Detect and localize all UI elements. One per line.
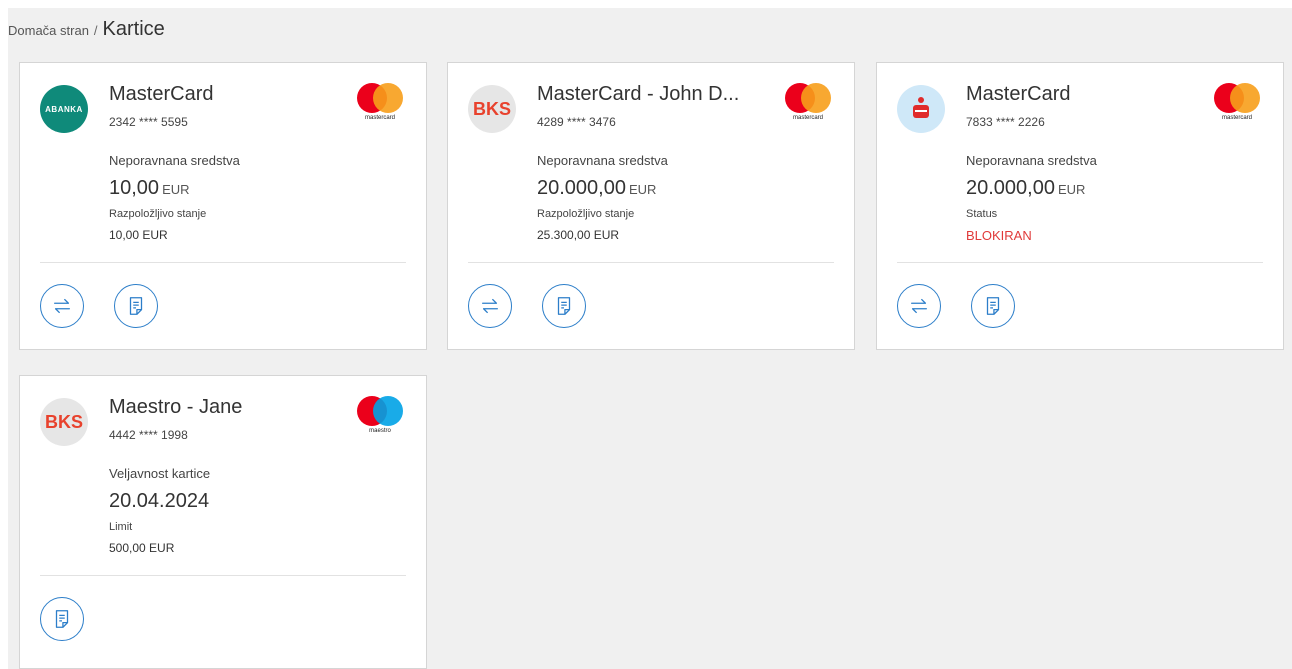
bank-logo-bks: BKS (468, 85, 516, 133)
divider (468, 262, 834, 263)
card-tile[interactable]: MasterCard 7833 **** 2226 mastercard Nep… (876, 62, 1284, 350)
bank-logo-bks: BKS (40, 398, 88, 446)
card-number: 2342 **** 5595 (109, 115, 188, 129)
card-title[interactable]: MasterCard (966, 83, 1206, 106)
statement-button[interactable] (40, 597, 84, 641)
card-tile[interactable]: BKS Maestro - Jane 4442 **** 1998 maestr… (19, 375, 427, 669)
document-icon (557, 297, 571, 315)
validity-date: 20.04.2024 (109, 490, 210, 512)
outstanding-amount: 10,00 EUR (109, 177, 190, 200)
bank-logo-text: ABANKA (45, 104, 83, 114)
page-title: Kartice (102, 18, 165, 40)
maestro-logo-icon: maestro (356, 396, 404, 438)
outstanding-label: Neporavnana sredstva (537, 153, 668, 168)
transfer-arrows-icon (54, 298, 70, 314)
bank-logo-sparkasse-icon (897, 85, 945, 133)
validity-label: Veljavnost kartice (109, 466, 211, 481)
limit-value: 500,00 EUR (109, 541, 175, 555)
amount-currency: EUR (1057, 182, 1086, 197)
available-value: 10,00 EUR (109, 228, 168, 242)
brand-label: maestro (369, 428, 391, 434)
breadcrumb-separator: / (93, 23, 98, 38)
divider (897, 262, 1263, 263)
outstanding-label: Neporavnana sredstva (109, 153, 240, 168)
document-icon (55, 610, 69, 628)
amount-value: 10,00 (109, 177, 160, 199)
divider (40, 262, 406, 263)
breadcrumb-home[interactable]: Domača stran (8, 23, 89, 38)
bank-logo-text: BKS (44, 411, 83, 432)
bank-logo-abanka: ABANKA (40, 85, 88, 133)
card-number: 7833 **** 2226 (966, 115, 1045, 129)
divider (40, 575, 406, 576)
card-title[interactable]: Maestro - Jane (109, 396, 349, 419)
available-label: Razpoložljivo stanje (537, 208, 635, 220)
transfer-arrows-icon (911, 298, 927, 314)
statement-button[interactable] (114, 284, 158, 328)
outstanding-label: Neporavnana sredstva (966, 153, 1097, 168)
amount-currency: EUR (628, 182, 657, 197)
card-number: 4289 **** 3476 (537, 115, 616, 129)
status-label: Status (966, 208, 998, 220)
transfer-arrows-icon (482, 298, 498, 314)
mastercard-logo-icon: mastercard (1213, 83, 1261, 125)
limit-label: Limit (109, 521, 133, 533)
bank-logo-text: BKS (472, 98, 511, 119)
amount-value: 20.000,00 (537, 177, 626, 199)
card-tile[interactable]: BKS MasterCard - John D... 4289 **** 347… (447, 62, 855, 350)
document-icon (986, 297, 1000, 315)
transfer-button[interactable] (40, 284, 84, 328)
card-title[interactable]: MasterCard - John D... (537, 83, 777, 106)
mastercard-logo-icon: mastercard (356, 83, 404, 125)
outstanding-amount: 20.000,00 EUR (966, 177, 1085, 200)
transfer-button[interactable] (897, 284, 941, 328)
page: Domača stran / Kartice ABANKA MasterCard… (8, 8, 1292, 669)
statement-button[interactable] (971, 284, 1015, 328)
card-tile[interactable]: ABANKA MasterCard 2342 **** 5595 masterc… (19, 62, 427, 350)
outstanding-amount: 20.000,00 EUR (537, 177, 656, 200)
document-icon (129, 297, 143, 315)
brand-label: mastercard (364, 115, 395, 121)
card-title[interactable]: MasterCard (109, 83, 349, 106)
amount-value: 20.000,00 (966, 177, 1055, 199)
status-badge: BLOKIRAN (966, 228, 1032, 243)
transfer-button[interactable] (468, 284, 512, 328)
brand-label: mastercard (1221, 115, 1252, 121)
available-value: 25.300,00 EUR (537, 228, 620, 242)
brand-label: mastercard (792, 115, 823, 121)
available-label: Razpoložljivo stanje (109, 208, 207, 220)
amount-currency: EUR (162, 182, 190, 197)
breadcrumb: Domača stran / Kartice (8, 18, 165, 42)
mastercard-logo-icon: mastercard (784, 83, 832, 125)
card-number: 4442 **** 1998 (109, 428, 188, 442)
statement-button[interactable] (542, 284, 586, 328)
